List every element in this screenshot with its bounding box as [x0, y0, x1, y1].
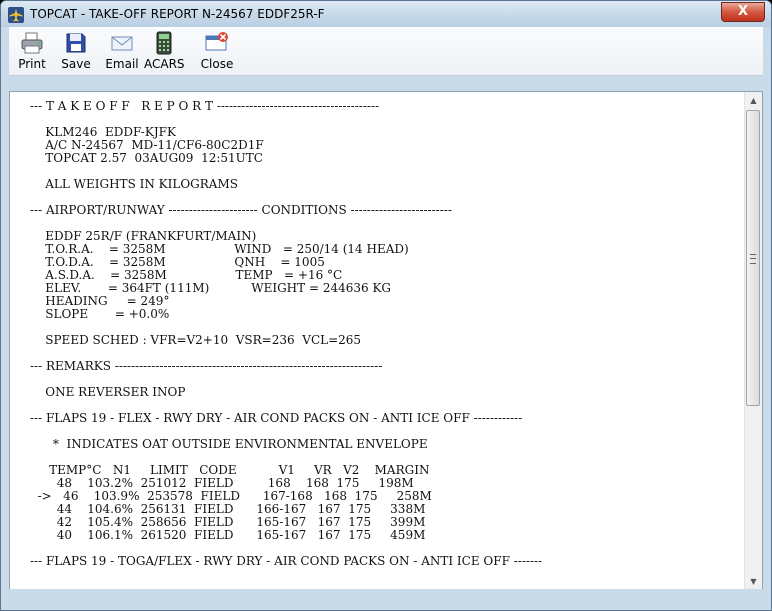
save-label: Save — [61, 57, 91, 71]
window-title: TOPCAT - TAKE-OFF REPORT N-24567 EDDF25R… — [30, 7, 325, 21]
keypad-device-icon — [156, 31, 172, 55]
report-window: TOPCAT - TAKE-OFF REPORT N-24567 EDDF25R… — [0, 0, 772, 611]
floppy-disk-icon — [66, 33, 86, 53]
report-line: SPEED SCHED : VFR=V2+10 VSR=236 VCL=265 — [30, 333, 362, 347]
report-line: * INDICATES OAT OUTSIDE ENVIRONMENTAL EN… — [30, 437, 428, 451]
report-line: --- AIRPORT/RUNWAY ---------------------… — [30, 203, 452, 217]
report-line: ONE REVERSER INOP — [30, 385, 186, 399]
window-frame-bottom — [1, 589, 771, 610]
report-line: --- REMARKS ----------------------------… — [30, 359, 383, 373]
vertical-scrollbar[interactable]: ▲ ▼ — [744, 92, 762, 590]
report-line: --- FLAPS 19 - FLEX - RWY DRY - AIR COND… — [30, 411, 523, 425]
grip-icon — [750, 254, 756, 264]
airplane-app-icon — [8, 7, 24, 23]
report-line: --- T A K E O F F R E P O R T ----------… — [30, 99, 380, 113]
title-bar[interactable]: TOPCAT - TAKE-OFF REPORT N-24567 EDDF25R… — [1, 1, 771, 27]
printer-icon — [21, 32, 43, 54]
report-line: SLOPE = +0.0% — [30, 307, 170, 321]
envelope-icon — [111, 36, 133, 51]
close-icon: X — [737, 4, 749, 19]
toolbar: Print Save Email ACARS Close — [9, 27, 763, 76]
window-close-button[interactable]: X — [721, 2, 765, 22]
scroll-up-arrow-icon[interactable]: ▲ — [745, 92, 762, 109]
report-line: --- FLAPS 19 - TOGA/FLEX - RWY DRY - AIR… — [30, 554, 543, 568]
report-view[interactable]: --- T A K E O F F R E P O R T ----------… — [9, 91, 763, 591]
close-button[interactable]: Close — [200, 31, 234, 71]
close-label: Close — [200, 57, 234, 71]
save-button[interactable]: Save — [60, 31, 92, 71]
print-button[interactable]: Print — [17, 31, 47, 71]
report-text: --- T A K E O F F R E P O R T ----------… — [30, 100, 542, 568]
acars-button[interactable]: ACARS — [144, 31, 185, 71]
close-window-icon — [205, 32, 228, 51]
email-label: Email — [105, 57, 139, 71]
report-line: TOPCAT 2.57 03AUG09 12:51UTC — [30, 151, 263, 165]
report-line: ALL WEIGHTS IN KILOGRAMS — [30, 177, 238, 191]
scroll-down-arrow-icon[interactable]: ▼ — [745, 573, 762, 590]
scrollbar-thumb[interactable] — [746, 110, 760, 406]
print-label: Print — [18, 57, 46, 71]
report-line: 40 106.1% 261520 FIELD 165-167 167 175 4… — [30, 528, 426, 542]
email-button[interactable]: Email — [105, 31, 139, 71]
acars-label: ACARS — [144, 57, 185, 71]
